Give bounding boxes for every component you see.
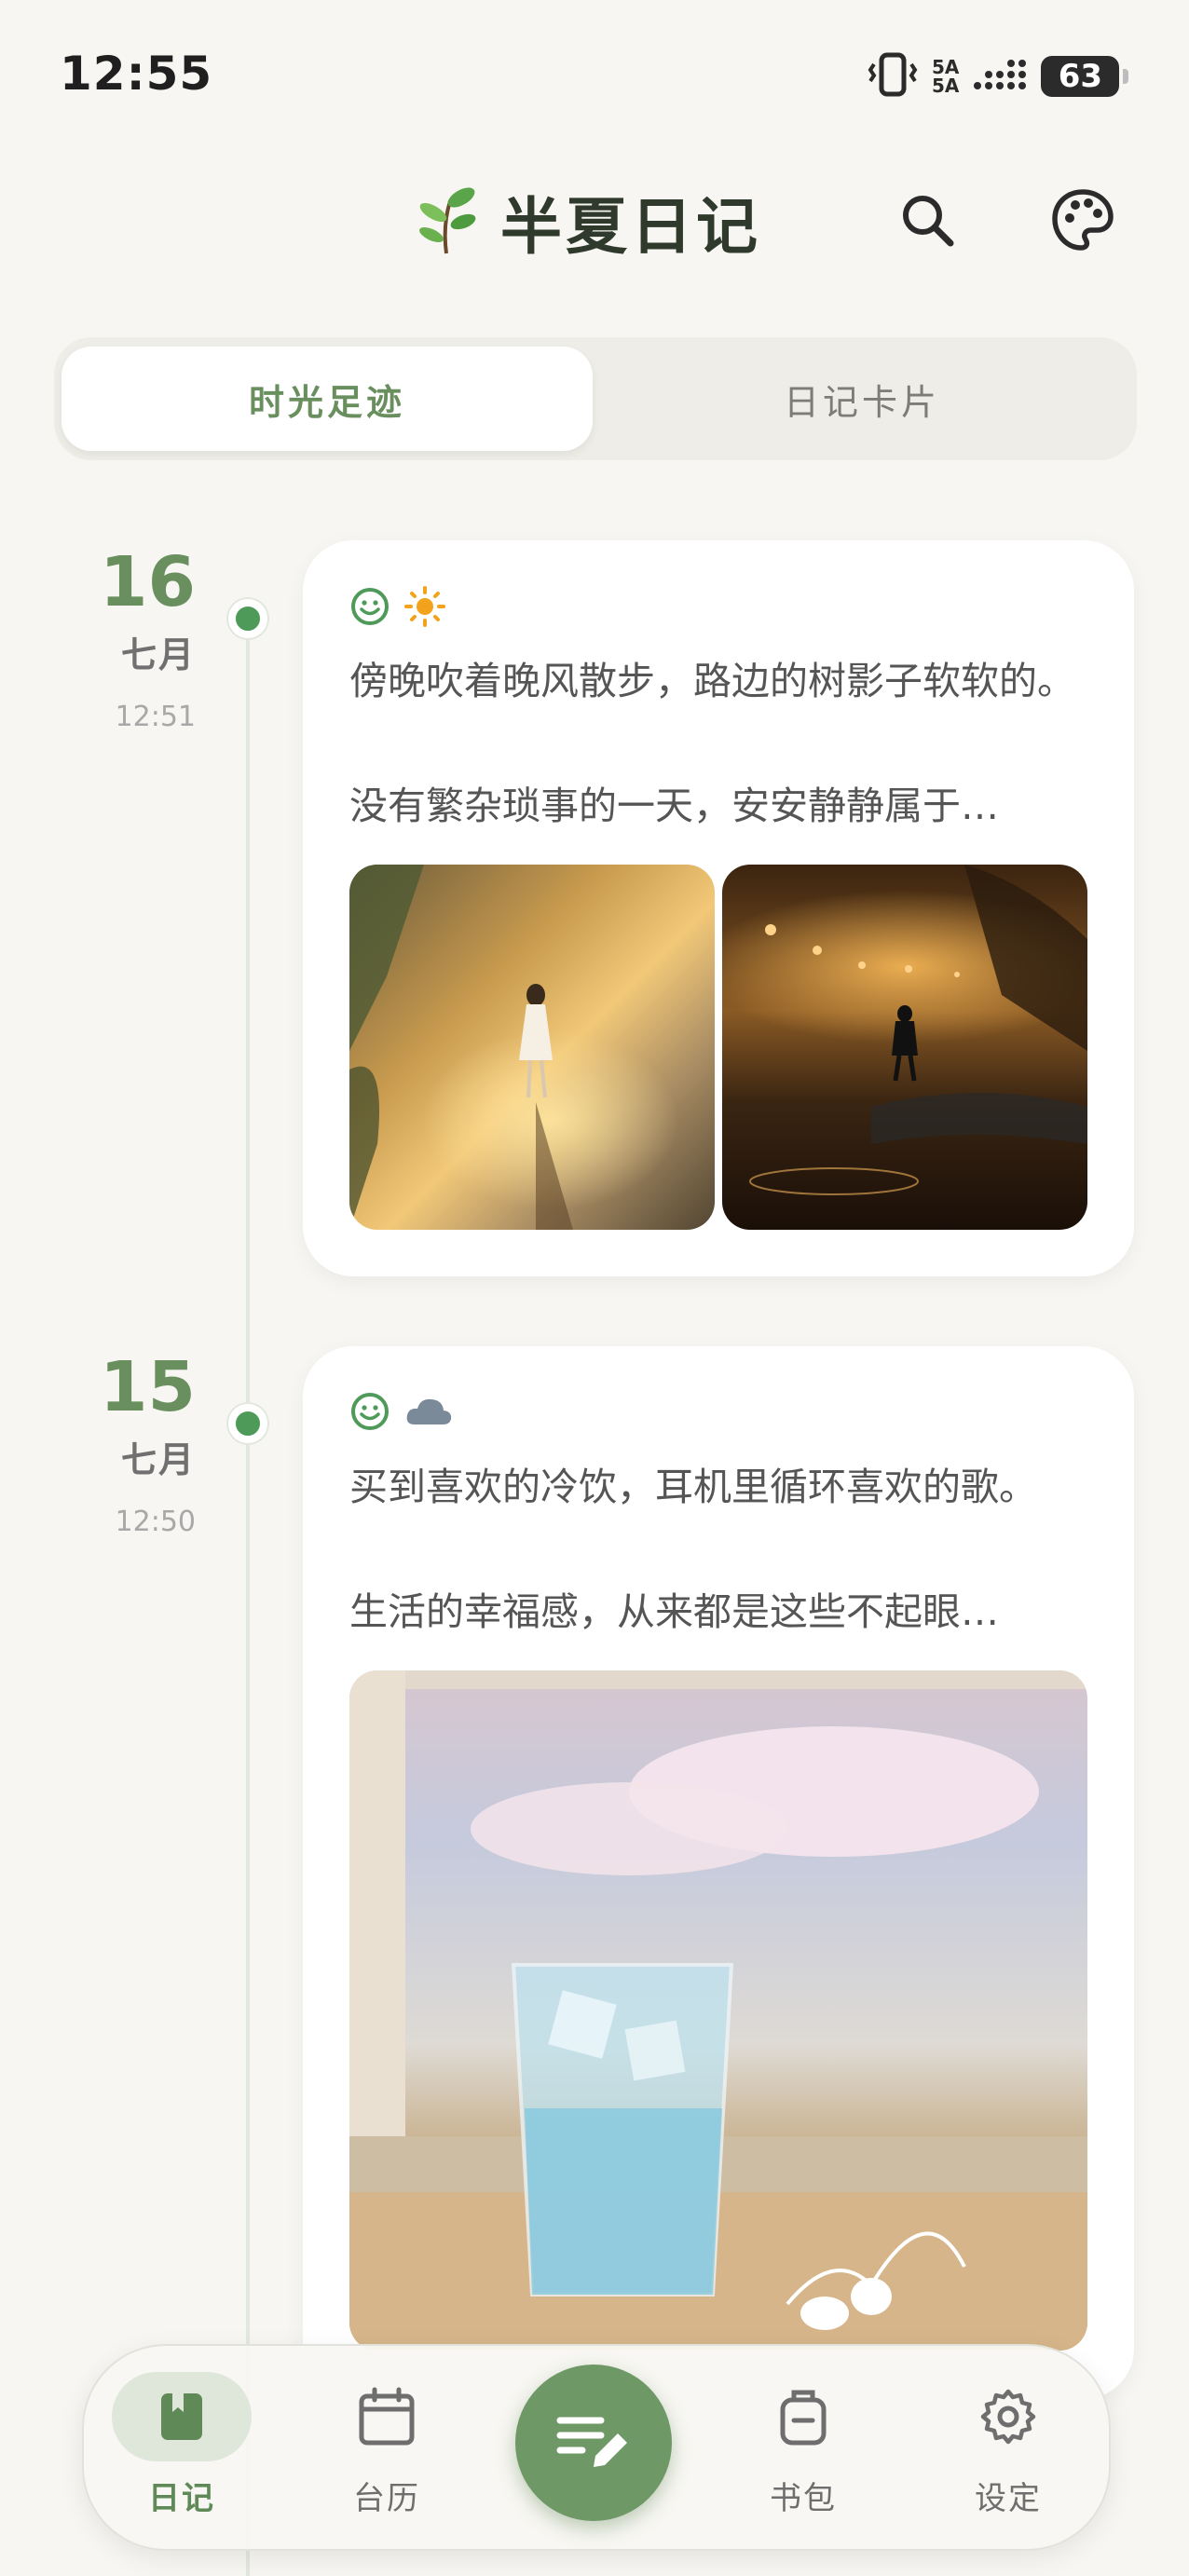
lakeside-night-photo bbox=[749, 865, 1087, 1195]
smile-icon bbox=[351, 1393, 389, 1430]
bag-icon bbox=[780, 2390, 827, 2446]
sun-icon bbox=[404, 586, 445, 627]
view-tabs: 时光足迹 日记卡片 bbox=[54, 337, 1137, 460]
theme-palette-button[interactable] bbox=[1046, 183, 1120, 257]
search-icon bbox=[903, 196, 954, 247]
status-icons: 5A 5A 63 bbox=[867, 48, 1129, 104]
nav-label: 台历 bbox=[353, 2480, 420, 2517]
entry-text-line2: 生活的幸福感，从来都是这些不起眼… bbox=[349, 1589, 999, 1634]
entry-time: 12:51 bbox=[115, 701, 196, 733]
nav-label: 日记 bbox=[148, 2480, 215, 2517]
entry-month: 七月 bbox=[120, 634, 196, 675]
entry-meta-icons bbox=[349, 1391, 454, 1432]
write-note-icon bbox=[556, 2417, 627, 2467]
calendar-icon bbox=[359, 2387, 415, 2446]
diary-entry-card[interactable]: 买到喜欢的冷饮，耳机里循环喜欢的歌。 生活的幸福感，从来都是这些不起眼… bbox=[303, 1346, 1134, 2399]
entry-day: 16 bbox=[100, 542, 196, 622]
nav-icon-wrap bbox=[938, 2372, 1078, 2461]
entry-photo[interactable] bbox=[349, 865, 715, 1230]
vibrate-icon bbox=[867, 51, 919, 102]
timeline-dot bbox=[228, 599, 267, 638]
girl-walking-photo bbox=[349, 865, 573, 1230]
nav-label: 设定 bbox=[975, 2480, 1042, 2517]
tab-diary-cards[interactable]: 日记卡片 bbox=[596, 347, 1128, 451]
sprout-icon bbox=[415, 184, 480, 259]
network-label-2: 5A bbox=[932, 75, 960, 97]
nav-item-bag[interactable]: 书包 bbox=[733, 2372, 873, 2521]
app-header: 半夏日记 bbox=[415, 177, 761, 266]
nav-label: 书包 bbox=[770, 2480, 837, 2517]
entry-meta-icons bbox=[349, 585, 446, 628]
entry-text-line1: 傍晚吹着晚风散步，路边的树影子软软的。 bbox=[349, 659, 1075, 703]
palette-icon bbox=[1052, 189, 1114, 251]
diary-book-icon bbox=[161, 2393, 202, 2440]
timeline-dot bbox=[228, 1404, 267, 1443]
timeline-line bbox=[246, 606, 250, 2576]
nav-item-settings[interactable]: 设定 bbox=[938, 2372, 1078, 2521]
signal-icon bbox=[972, 56, 1028, 97]
battery-icon: 63 bbox=[1041, 56, 1129, 97]
nav-item-calendar[interactable]: 台历 bbox=[317, 2372, 457, 2521]
entry-photo[interactable] bbox=[349, 1670, 1087, 2351]
nav-active-pill bbox=[112, 2372, 252, 2461]
network-label: 5A bbox=[932, 56, 960, 78]
diary-entry-card[interactable]: 傍晚吹着晚风散步，路边的树影子软软的。 没有繁杂琐事的一天，安安静静属于… bbox=[303, 540, 1134, 1276]
nav-item-diary[interactable]: 日记 bbox=[112, 2372, 252, 2521]
nav-icon-wrap bbox=[733, 2372, 873, 2461]
entry-month: 七月 bbox=[120, 1439, 196, 1480]
entry-text-line1: 买到喜欢的冷饮，耳机里循环喜欢的歌。 bbox=[349, 1465, 1037, 1509]
gear-icon bbox=[980, 2389, 1036, 2445]
nav-icon-wrap bbox=[317, 2372, 457, 2461]
cloud-icon bbox=[406, 1398, 452, 1424]
entry-day: 15 bbox=[100, 1347, 196, 1427]
status-time: 12:55 bbox=[60, 47, 213, 101]
entry-text-line2: 没有繁杂琐事的一天，安安静静属于… bbox=[349, 784, 999, 828]
network-type: 5A 5A bbox=[932, 58, 959, 95]
search-button[interactable] bbox=[890, 183, 964, 257]
tab-timeline[interactable]: 时光足迹 bbox=[62, 347, 593, 451]
iced-drink-photo bbox=[349, 1670, 1087, 2351]
entry-time: 12:50 bbox=[115, 1506, 196, 1538]
smile-icon bbox=[351, 588, 389, 625]
new-diary-button[interactable] bbox=[515, 2365, 672, 2521]
app-title: 半夏日记 bbox=[500, 191, 761, 263]
entry-photo[interactable] bbox=[722, 865, 1087, 1230]
battery-level: 63 bbox=[1058, 58, 1103, 95]
